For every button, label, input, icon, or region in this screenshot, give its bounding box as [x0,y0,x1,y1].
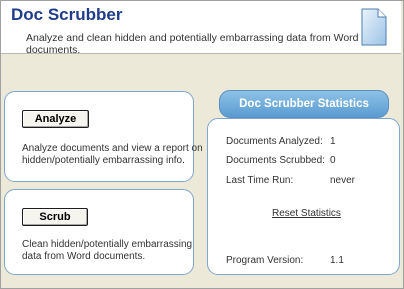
document-icon [361,8,387,46]
documents-analyzed-value: 1 [330,136,336,147]
documents-analyzed-label: Documents Analyzed: [226,136,323,147]
program-version-value: 1.1 [330,255,344,266]
scrub-description: Clean hidden/potentially embarrassing da… [22,239,192,263]
analyze-description-line2: hidden/potentially embarrassing info. [22,155,185,166]
stats-title: Doc Scrubber Statistics [219,90,389,118]
documents-scrubbed-value: 0 [330,155,336,166]
app-subtitle: Analyze and clean hidden and potentially… [26,32,359,56]
scrub-description-line1: Clean hidden/potentially embarrassing [22,239,193,250]
header-banner: Doc Scrubber Analyze and clean hidden an… [1,1,401,56]
program-version-label: Program Version: [226,255,304,266]
analyze-description-line1: Analyze documents and view a report on [22,143,203,154]
reset-statistics-link[interactable]: Reset Statistics [272,208,341,219]
app-title: Doc Scrubber [11,5,123,24]
documents-scrubbed-label: Documents Scrubbed: [226,155,325,166]
scrub-description-line2: data from Word documents. [22,251,146,262]
last-time-run-value: never [330,175,356,186]
analyze-panel [4,91,194,182]
last-time-run-label: Last Time Run: [226,175,294,186]
analyze-button[interactable]: Analyze [22,110,89,128]
scrub-button[interactable]: Scrub [22,208,88,226]
analyze-description: Analyze documents and view a report on h… [22,143,203,167]
